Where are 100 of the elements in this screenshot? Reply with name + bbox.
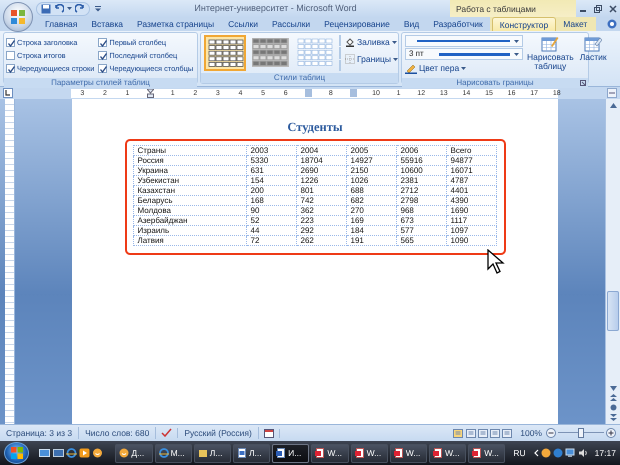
zoom-slider[interactable] <box>558 428 604 438</box>
ribbon-tab[interactable]: Вставка <box>84 17 130 31</box>
browse-object-icon[interactable] <box>610 404 616 411</box>
taskbar-button[interactable]: Л... <box>194 444 231 462</box>
ribbon-tab[interactable]: Разработчик <box>426 17 490 31</box>
ribbon-tab[interactable]: Конструктор <box>492 17 556 31</box>
caret-icon <box>393 58 398 61</box>
ribbon-tab[interactable]: Разметка страницы <box>130 17 222 31</box>
table-cell: 184 <box>346 225 396 236</box>
ribbon-tab[interactable]: Вид <box>396 17 426 31</box>
pen-color-button[interactable]: Цвет пера <box>405 61 523 76</box>
help-icon[interactable] <box>607 19 617 29</box>
document-icon <box>394 448 404 458</box>
taskbar-button[interactable]: W... <box>468 444 506 462</box>
table-style-thumbnail[interactable] <box>204 35 246 71</box>
window-title: Интернет-университет - Microsoft Word <box>193 2 358 15</box>
tab-selector-icon[interactable] <box>3 88 13 98</box>
clock[interactable]: 17:17 <box>594 446 616 460</box>
table-cell: Азербайджан <box>133 215 246 226</box>
language-indicator[interactable]: Русский (Россия) <box>178 426 259 440</box>
table-cell: 168 <box>246 195 296 206</box>
folder-icon <box>198 448 208 458</box>
previous-page-icon[interactable] <box>610 394 616 401</box>
start-button[interactable] <box>4 442 30 464</box>
redo-icon[interactable] <box>75 4 85 14</box>
taskbar-button[interactable]: W... <box>350 444 388 462</box>
table-cell: 577 <box>396 225 446 236</box>
taskbar-button[interactable]: И... <box>272 444 310 462</box>
column-marker-icon[interactable] <box>304 88 312 96</box>
scroll-down-icon[interactable] <box>610 386 616 391</box>
tray-expand-icon[interactable] <box>534 449 539 457</box>
table-cell: 262 <box>296 235 346 246</box>
table-cell: 2798 <box>396 195 446 206</box>
switch-windows-icon[interactable] <box>52 448 64 458</box>
scrollbar-thumb[interactable] <box>607 291 619 331</box>
borders-button[interactable]: Границы <box>345 52 398 67</box>
table-cell: 200 <box>246 185 296 196</box>
line-weight-dropdown[interactable]: 3 пт <box>405 48 523 60</box>
show-desktop-icon[interactable] <box>39 448 50 458</box>
reading-layout-icon[interactable] <box>466 428 476 438</box>
table-pencil-icon <box>541 35 560 52</box>
customize-icon[interactable] <box>95 6 101 12</box>
browser-icon[interactable] <box>66 448 77 458</box>
undo-icon[interactable] <box>54 4 64 14</box>
web-layout-icon[interactable] <box>478 428 488 438</box>
indent-marker-icon[interactable] <box>146 88 154 98</box>
table-cell: Узбекистан <box>133 175 246 186</box>
gallery-scrollbar[interactable] <box>339 35 341 71</box>
taskbar-button[interactable]: Д... <box>115 444 153 462</box>
table-cell: 10600 <box>396 165 446 176</box>
table-cell: 191 <box>346 235 396 246</box>
document-title: Студенты <box>287 119 343 136</box>
save-icon[interactable] <box>41 4 51 14</box>
taskbar-button[interactable]: W... <box>311 444 349 462</box>
ribbon-tab[interactable]: Рецензирование <box>317 17 397 31</box>
dialog-launcher-icon[interactable] <box>580 80 586 86</box>
caret-icon[interactable] <box>67 7 72 10</box>
document-icon <box>354 448 365 458</box>
taskbar-button[interactable]: W... <box>428 444 466 462</box>
table-cell: 18704 <box>296 155 346 166</box>
page-count[interactable]: Страница: 3 из 3 <box>0 426 80 440</box>
draft-icon[interactable] <box>502 428 512 438</box>
draw-table-button[interactable]: Нарисовать таблицу <box>525 35 576 76</box>
table-cell: Израиль <box>133 225 246 236</box>
zoom-in-icon[interactable] <box>606 428 616 438</box>
next-page-icon[interactable] <box>610 414 616 421</box>
macro-icon[interactable] <box>264 428 274 438</box>
zoom-level[interactable]: 100% <box>520 426 542 440</box>
line-style-dropdown[interactable] <box>405 35 523 47</box>
ribbon-tab[interactable]: Главная <box>38 17 84 31</box>
column-marker-icon[interactable] <box>350 88 357 96</box>
volume-icon[interactable] <box>578 448 588 458</box>
print-layout-icon[interactable] <box>453 428 464 438</box>
document-icon <box>315 448 326 458</box>
zoom-out-icon[interactable] <box>546 428 556 438</box>
table-cell: 169 <box>346 215 396 226</box>
ribbon-tab[interactable]: Рассылки <box>265 17 318 31</box>
table-cell: 2003 <box>246 145 296 156</box>
ribbon-tab[interactable]: Макет <box>556 17 594 31</box>
group-label: Нарисовать границы <box>402 78 588 88</box>
outline-icon[interactable] <box>490 428 500 438</box>
table-cell: Украина <box>133 165 246 176</box>
taskbar-button[interactable]: M... <box>154 444 192 462</box>
media-player-icon[interactable] <box>79 448 90 458</box>
word-count[interactable]: Число слов: 680 <box>79 426 156 440</box>
taskbar-button[interactable]: Л... <box>232 444 270 462</box>
office-logo-icon <box>10 9 26 25</box>
close-icon[interactable] <box>608 4 617 12</box>
eraser-button[interactable]: Ластик <box>578 35 609 76</box>
keyboard-language[interactable]: RU <box>513 446 526 460</box>
maximize-icon[interactable] <box>594 4 602 12</box>
document-icon <box>432 448 443 458</box>
taskbar-button[interactable]: W... <box>390 444 427 462</box>
ruler-toggle-icon[interactable] <box>607 88 617 98</box>
table-cell: 2712 <box>396 185 446 196</box>
ribbon-tab[interactable]: Ссылки <box>221 17 266 31</box>
network-icon[interactable] <box>565 448 576 458</box>
shading-button[interactable]: Заливка <box>345 35 398 50</box>
proofing-icon[interactable] <box>161 428 172 438</box>
scroll-up-icon[interactable] <box>610 102 616 108</box>
